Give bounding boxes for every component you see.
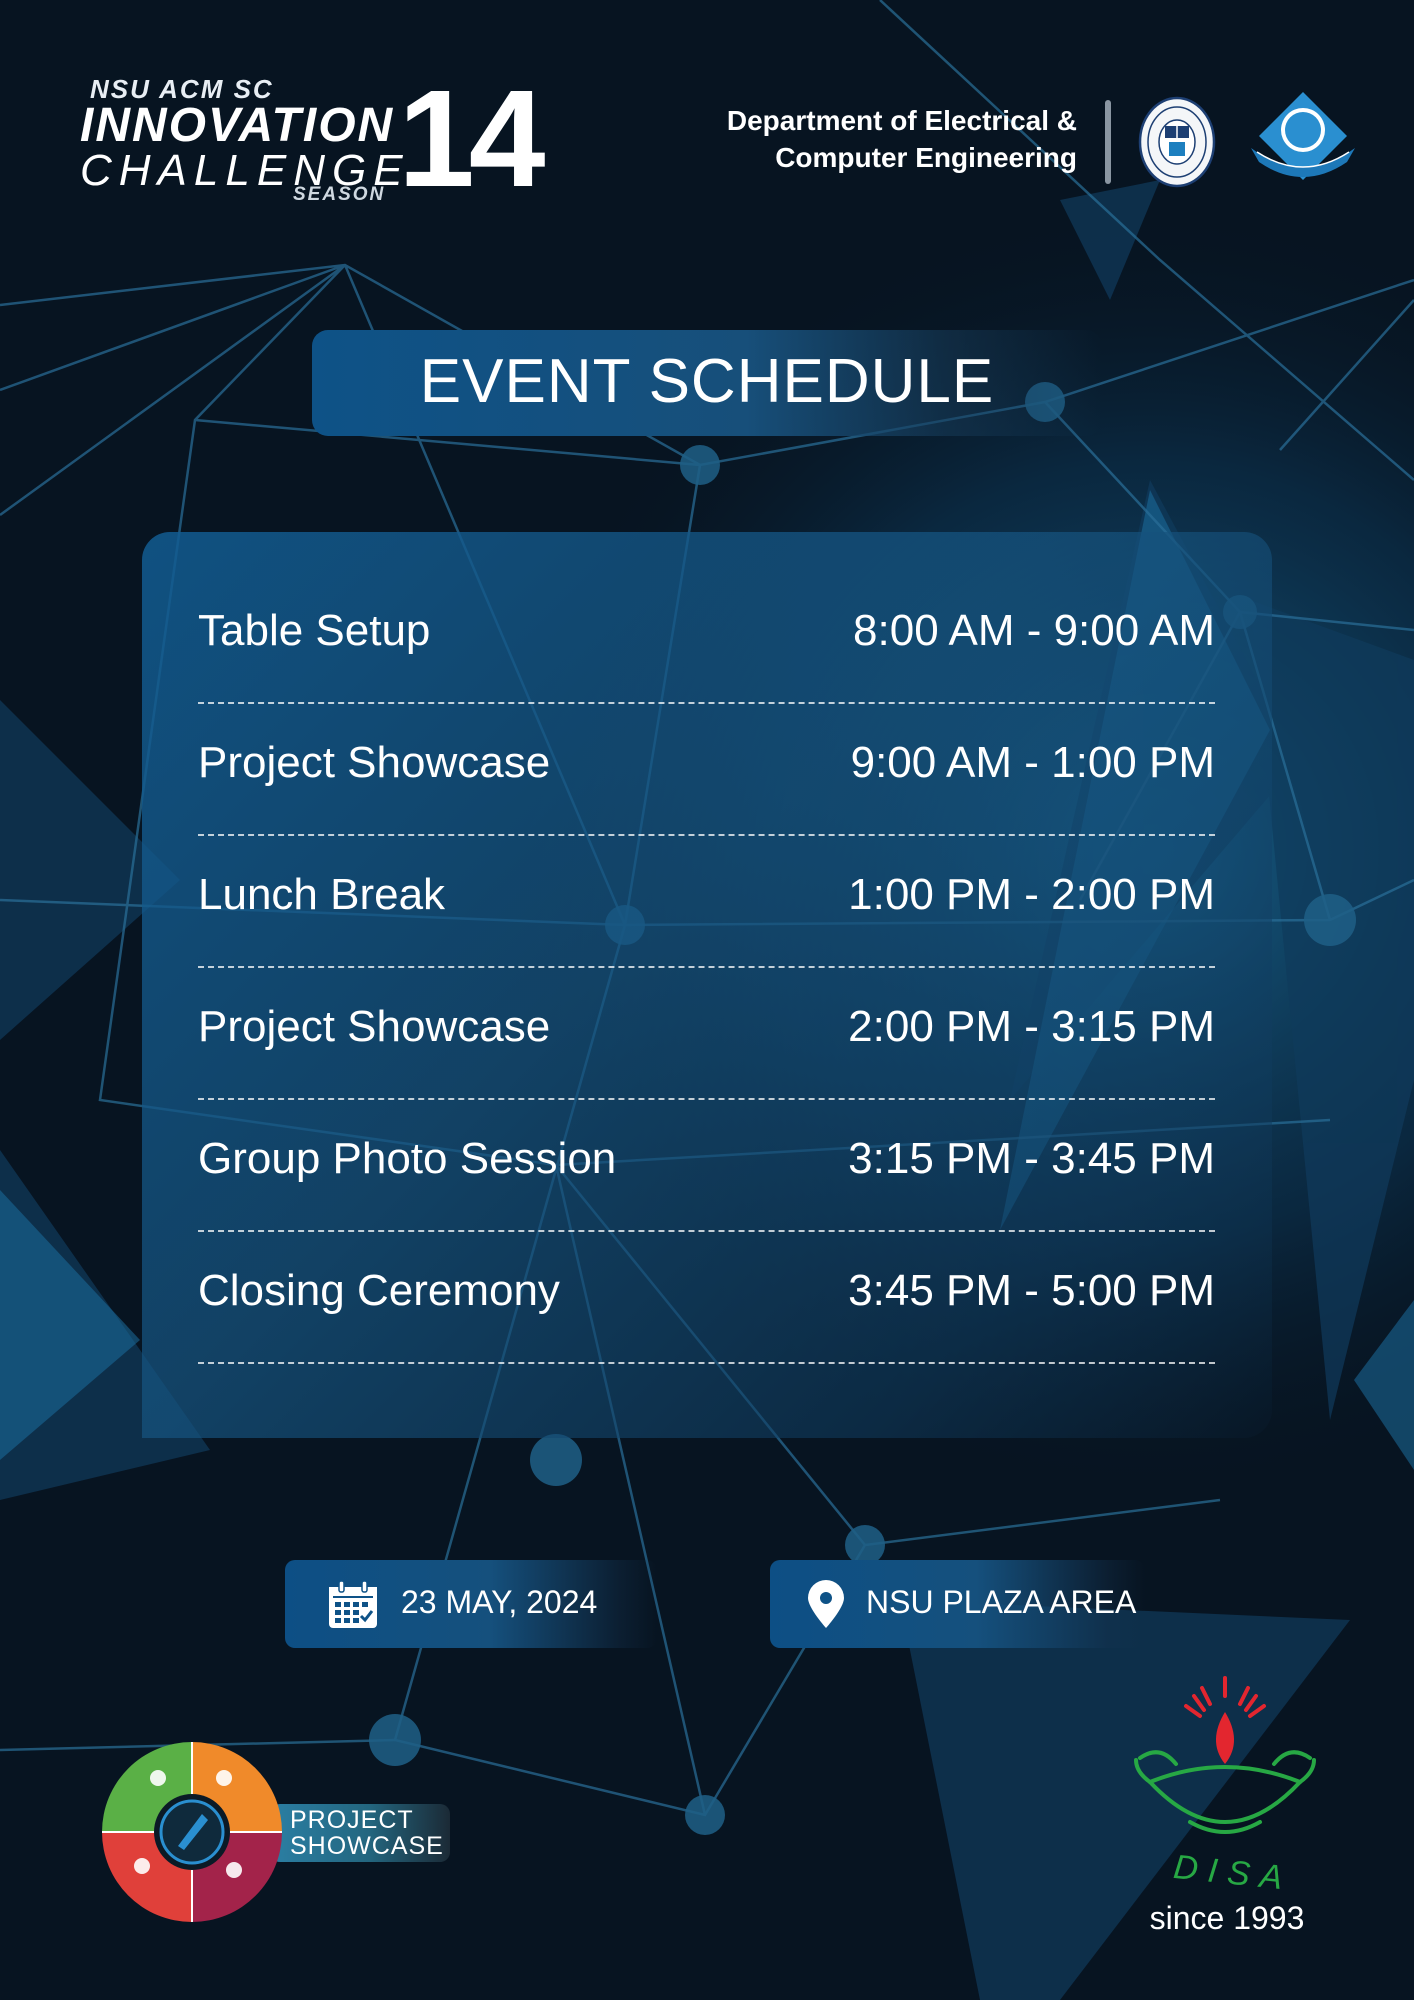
page-title: EVENT SCHEDULE (419, 347, 995, 416)
event-schedule-header: EVENT SCHEDULE (312, 330, 1102, 436)
schedule-row: Table Setup 8:00 AM - 9:00 AM (198, 572, 1215, 704)
brand-season-label: SEASON (293, 184, 386, 205)
calendar-icon (329, 1580, 377, 1628)
schedule-item-label: Closing Ceremony (198, 1266, 560, 1315)
department-line-2: Computer Engineering (775, 142, 1077, 173)
event-date-badge: 23 MAY, 2024 (285, 1560, 657, 1648)
disa-logo: DISA since 1993 (1122, 1672, 1322, 1942)
schedule-item-time: 3:45 PM - 5:00 PM (848, 1266, 1215, 1315)
brand-innovation: INNOVATION (80, 99, 395, 152)
event-date: 23 MAY, 2024 (401, 1584, 598, 1620)
university-seal-icon (1138, 96, 1216, 188)
schedule-item-label: Table Setup (198, 606, 431, 655)
schedule-item-label: Project Showcase (198, 738, 551, 787)
schedule-item-time: 3:15 PM - 3:45 PM (848, 1134, 1215, 1183)
project-showcase-wheel-icon (102, 1742, 282, 1922)
department-line-1: Department of Electrical & (726, 105, 1077, 136)
event-location: NSU PLAZA AREA (866, 1584, 1137, 1620)
project-showcase-line-1: PROJECT (290, 1806, 414, 1834)
location-pin-icon (808, 1580, 844, 1628)
schedule-row: Project Showcase 9:00 AM - 1:00 PM (198, 704, 1215, 836)
schedule-item-time: 8:00 AM - 9:00 AM (853, 606, 1215, 655)
schedule-item-label: Group Photo Session (198, 1134, 617, 1183)
project-showcase-label: PROJECT SHOWCASE (270, 1804, 450, 1862)
header-divider (1105, 100, 1111, 184)
schedule-item-time: 9:00 AM - 1:00 PM (850, 738, 1215, 787)
schedule-item-label: Lunch Break (198, 870, 446, 919)
schedule-list: Table Setup 8:00 AM - 9:00 AM Project Sh… (198, 572, 1215, 1364)
schedule-row: Project Showcase 2:00 PM - 3:15 PM (198, 968, 1215, 1100)
event-location-badge: NSU PLAZA AREA (770, 1560, 1145, 1648)
disa-since: since 1993 (1149, 1900, 1305, 1936)
schedule-row: Closing Ceremony 3:45 PM - 5:00 PM (198, 1232, 1215, 1364)
schedule-item-time: 2:00 PM - 3:15 PM (848, 1002, 1215, 1051)
project-showcase-line-2: SHOWCASE (290, 1832, 444, 1860)
schedule-item-label: Project Showcase (198, 1002, 551, 1051)
project-showcase-logo: PROJECT SHOWCASE (102, 1742, 452, 1922)
schedule-row: Group Photo Session 3:15 PM - 3:45 PM (198, 1100, 1215, 1232)
schedule-item-time: 1:00 PM - 2:00 PM (848, 870, 1215, 919)
schedule-panel: Table Setup 8:00 AM - 9:00 AM Project Sh… (142, 532, 1272, 1438)
acm-chapter-icon (1251, 92, 1355, 180)
department-name: Department of Electrical & Computer Engi… (727, 102, 1077, 176)
brand-season-number: 14 (398, 62, 545, 216)
schedule-row: Lunch Break 1:00 PM - 2:00 PM (198, 836, 1215, 968)
innovation-challenge-logo: NSU ACM SC INNOVATION CHALLENGE SEASON 1… (80, 70, 560, 220)
